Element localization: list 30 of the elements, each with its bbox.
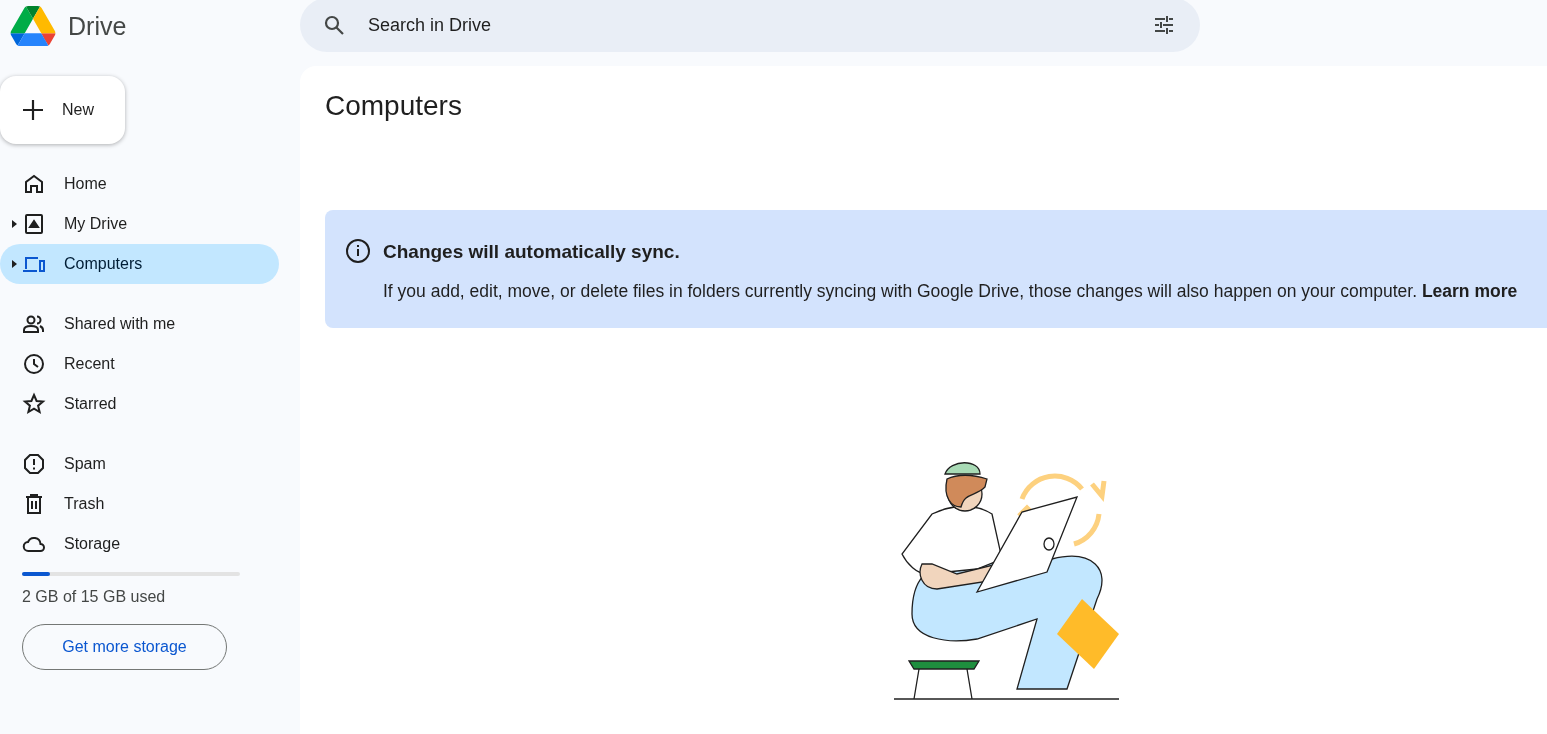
banner-title: Changes will automatically sync. [383,241,681,263]
drive-logo-icon [10,6,56,46]
search-input[interactable]: Search in Drive [366,13,1132,37]
nav-item[interactable]: Trash [0,484,279,524]
search-icon [322,13,346,37]
nav-item[interactable]: Shared with me [0,304,279,344]
drive-icon [22,212,46,236]
nav-item[interactable]: My Drive [0,204,279,244]
nav-item[interactable]: Spam [0,444,279,484]
new-button[interactable]: New [0,76,125,144]
nav-item[interactable]: Home [0,164,279,204]
warning-icon [22,452,46,476]
nav-item[interactable]: Computers [0,244,279,284]
home-icon [22,172,46,196]
nav-item[interactable]: Starred [0,384,279,424]
info-icon [345,238,371,264]
plus-icon [22,99,44,121]
filter-icon[interactable] [1152,13,1176,37]
app-name: Drive [68,11,127,41]
clock-icon [22,352,46,376]
page-title: Computers [325,90,463,123]
star-icon [22,392,46,416]
nav-item[interactable]: Recent [0,344,279,384]
learn-more-link[interactable]: Learn more [1421,281,1518,301]
banner-text: If you add, edit, move, or delete files in folders currently syncing with Google Drive, those changes will also happen on your computer. Learn more [383,281,1518,302]
caret-icon [12,260,17,268]
search-field[interactable]: Search in Drive [300,0,1200,52]
nav-item[interactable]: Storage [0,524,279,564]
caret-icon [12,220,17,228]
storage-usage: 2 GB of 15 GB used [22,588,167,606]
